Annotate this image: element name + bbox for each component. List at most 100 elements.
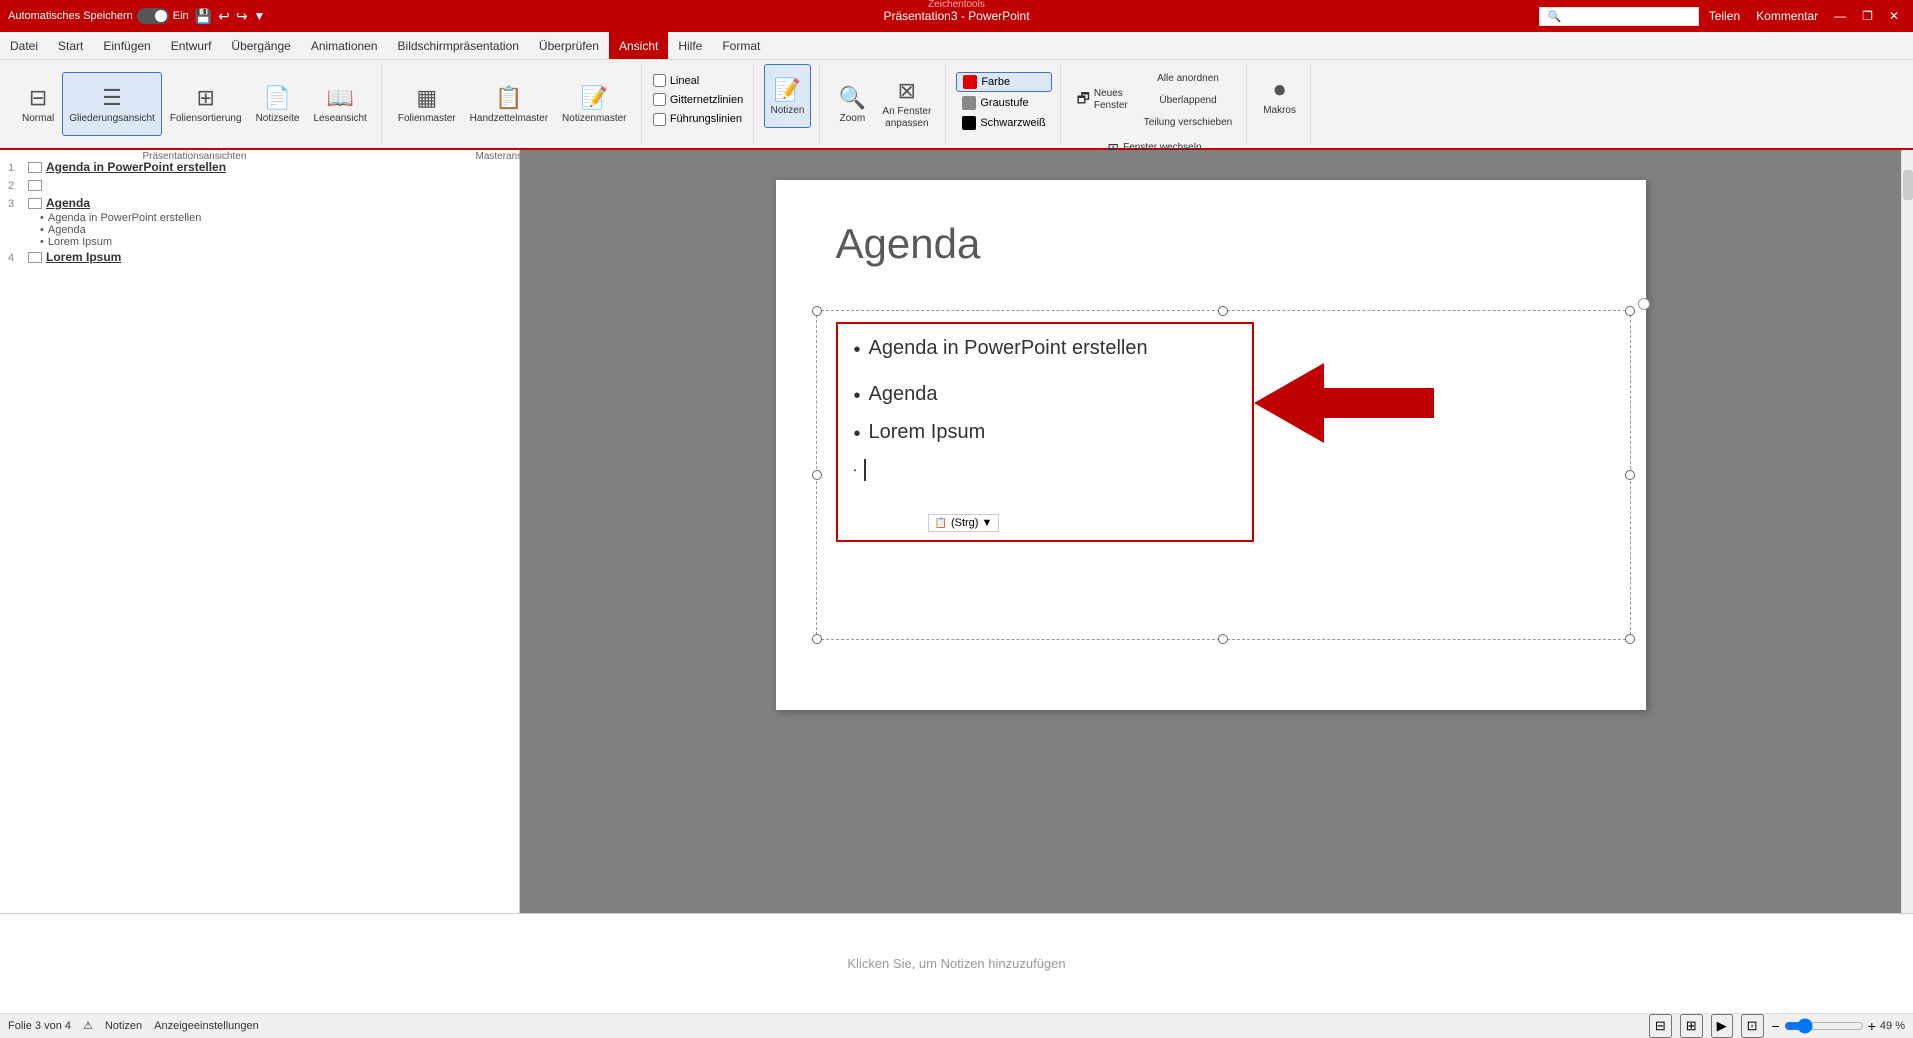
ribbon-btn-folienmaster[interactable]: ▦ Folienmaster (392, 72, 462, 136)
rotation-handle[interactable] (1638, 298, 1650, 310)
menu-ubergange[interactable]: Übergänge (221, 32, 300, 59)
handle-tl[interactable] (812, 306, 822, 316)
close-button[interactable]: ✕ (1883, 7, 1905, 25)
slide-area: Agenda (520, 150, 1901, 913)
autosave-area: Automatisches Speichern Ein (8, 8, 189, 24)
paste-options-popup[interactable]: 📋 (Strg) ▼ (928, 514, 1000, 532)
status-bar: Folie 3 von 4 ⚠ Notizen Anzeigeeinstellu… (0, 1013, 1913, 1037)
menu-bildschirm[interactable]: Bildschirmpräsentation (388, 32, 529, 59)
lineal-checkbox[interactable] (653, 74, 666, 87)
slide-info: Folie 3 von 4 (8, 1020, 71, 1032)
handle-br[interactable] (1625, 634, 1635, 644)
cursor-bullet-dot: • (854, 466, 857, 475)
checkbox-lineal[interactable]: Lineal (653, 74, 743, 87)
outline-num-1: 1 (8, 162, 28, 174)
view-reader-btn[interactable]: ▶ (1711, 1014, 1733, 1038)
checkbox-fuhrungslinien[interactable]: Führungslinien (653, 113, 743, 126)
minimize-button[interactable]: — (1828, 7, 1852, 25)
outline-title-1[interactable]: Agenda in PowerPoint erstellen (46, 160, 226, 174)
menu-uberprufen[interactable]: Überprüfen (529, 32, 609, 59)
handle-bm[interactable] (1218, 634, 1228, 644)
color-btn-graustufe[interactable]: Graustufe (956, 94, 1051, 112)
handle-mr[interactable] (1625, 470, 1635, 480)
handle-tr[interactable] (1625, 306, 1635, 316)
neues-fenster-icon: 🗗 (1077, 88, 1090, 112)
teilung-label: Teilung verschieben (1144, 117, 1232, 128)
menu-ansicht[interactable]: Ansicht (609, 32, 668, 59)
prasentationsansichten-label: Präsentationsansichten (142, 151, 246, 162)
display-settings-btn[interactable]: Anzeigeeinstellungen (154, 1020, 259, 1032)
redo-icon[interactable]: ↪ (236, 8, 248, 25)
menu-entwurf[interactable]: Entwurf (161, 32, 222, 59)
zoom-range[interactable] (1784, 1018, 1864, 1034)
graustufe-label: Graustufe (980, 97, 1028, 109)
ribbon-btn-neues-fenster[interactable]: 🗗 NeuesFenster (1071, 84, 1134, 116)
ribbon-btn-notizseite[interactable]: 📄 Notizseite (250, 72, 306, 136)
outline-sub-3-2: • Agenda (0, 224, 519, 236)
slide-error-icon: ⚠ (83, 1019, 93, 1032)
outline-title-3[interactable]: Agenda (46, 196, 90, 210)
ribbon-btn-handzettelmaster[interactable]: 📋 Handzettelmaster (464, 72, 554, 136)
ribbon-btn-teilung[interactable]: Teilung verschieben (1138, 112, 1238, 132)
outline-slide-icon-2 (28, 180, 42, 191)
outline-sub-3-3: • Lorem Ipsum (0, 236, 519, 248)
menu-animationen[interactable]: Animationen (301, 32, 388, 59)
ribbon-group-anzeigen: Lineal Gitternetzlinien Führungslinien A… (644, 64, 754, 144)
ribbon-btn-makros[interactable]: ⏺ Makros (1257, 64, 1302, 128)
save-icon[interactable]: 💾 (195, 8, 212, 25)
checkbox-gitternetzlinien[interactable]: Gitternetzlinien (653, 93, 743, 106)
gitternetzlinien-checkbox[interactable] (653, 93, 666, 106)
scrollbar-thumb[interactable] (1903, 170, 1913, 200)
outline-sub-label-3-1: Agenda in PowerPoint erstellen (48, 212, 201, 224)
anpassen-label: An Fensteranpassen (882, 106, 931, 130)
zoom-icon: 🔍 (839, 85, 866, 111)
notes-status-btn[interactable]: Notizen (105, 1020, 142, 1032)
slide-bullet-text-3: Lorem Ipsum (869, 418, 986, 446)
more-icon[interactable]: ▼ (254, 9, 266, 23)
slide-bullet-3: • Lorem Ipsum (854, 418, 1236, 448)
color-btn-farbe[interactable]: Farbe (956, 72, 1051, 92)
ribbon-btn-alle-anordnen[interactable]: Alle anordnen (1138, 68, 1238, 88)
menu-hilfe[interactable]: Hilfe (668, 32, 712, 59)
menu-bar: Datei Start Einfügen Entwurf Übergänge A… (0, 32, 1913, 60)
menu-format[interactable]: Format (712, 32, 770, 59)
ribbon-btn-leseansicht[interactable]: 📖 Leseansicht (307, 72, 372, 136)
ribbon-btn-uberlappend[interactable]: Überlappend (1138, 90, 1238, 110)
menu-start[interactable]: Start (48, 32, 93, 59)
slide-textbox[interactable]: • Agenda in PowerPoint erstellen • Agend… (836, 322, 1254, 542)
prasentationsansichten-buttons: ⊟ Normal ☰ Gliederungsansicht ⊞ Folienso… (16, 64, 373, 144)
zoom-out-btn[interactable]: − (1772, 1018, 1780, 1034)
ribbon-btn-foliensortierung[interactable]: ⊞ Foliensortierung (164, 72, 248, 136)
menu-datei[interactable]: Datei (0, 32, 48, 59)
zeichentools-label: Zeichentools (928, 0, 985, 10)
comment-button[interactable]: Kommentar (1750, 7, 1824, 25)
ribbon-btn-gliederung[interactable]: ☰ Gliederungsansicht (62, 72, 162, 136)
outline-title-4[interactable]: Lorem Ipsum (46, 250, 121, 264)
outline-slide-icon-3 (28, 198, 42, 209)
ribbon-btn-anpassen[interactable]: ⊠ An Fensteranpassen (876, 72, 937, 136)
slide-container[interactable]: Agenda (776, 180, 1646, 710)
handle-tm[interactable] (1218, 306, 1228, 316)
color-btn-schwarzweiss[interactable]: Schwarzweiß (956, 114, 1051, 132)
notizenmaster-icon: 📝 (581, 85, 608, 111)
ribbon-btn-notizen[interactable]: 📝 Notizen (764, 64, 812, 128)
ribbon-btn-zoom[interactable]: 🔍 Zoom (830, 72, 874, 136)
search-box[interactable]: 🔍 (1539, 7, 1699, 26)
handle-bl[interactable] (812, 634, 822, 644)
handle-ml[interactable] (812, 470, 822, 480)
share-button[interactable]: Teilen (1703, 7, 1746, 25)
view-grid-btn[interactable]: ⊞ (1680, 1014, 1703, 1038)
view-normal-btn[interactable]: ⊟ (1649, 1014, 1672, 1038)
ribbon-btn-normal[interactable]: ⊟ Normal (16, 72, 60, 136)
notes-area[interactable]: Klicken Sie, um Notizen hinzuzufügen (0, 913, 1913, 1013)
menu-einfugen[interactable]: Einfügen (93, 32, 160, 59)
restore-button[interactable]: ❐ (1856, 7, 1879, 25)
view-fit-btn[interactable]: ⊡ (1741, 1014, 1764, 1038)
autosave-toggle[interactable] (137, 8, 169, 24)
undo-icon[interactable]: ↩ (218, 8, 230, 25)
fuhrungslinien-checkbox[interactable] (653, 113, 666, 126)
zoom-in-btn[interactable]: + (1868, 1018, 1876, 1034)
ribbon-btn-notizenmaster[interactable]: 📝 Notizenmaster (556, 72, 632, 136)
outline-item-2: 2 (0, 176, 519, 194)
vertical-scrollbar[interactable] (1901, 150, 1913, 913)
